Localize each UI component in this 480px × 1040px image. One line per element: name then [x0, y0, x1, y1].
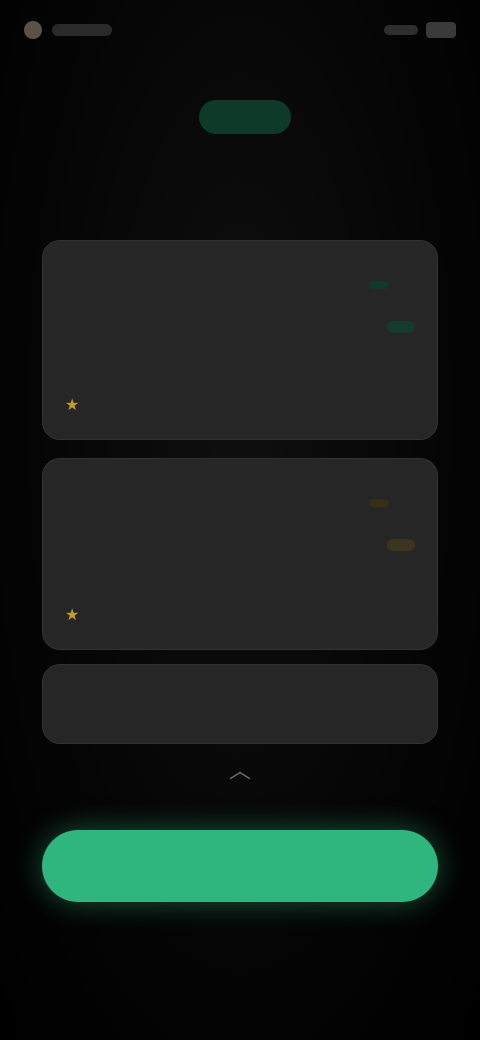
- star-icon: ★: [65, 397, 80, 414]
- status-indicator-icon: [24, 21, 42, 39]
- restore-purchases-link[interactable]: [0, 928, 480, 946]
- plan-card-monthly[interactable]: ★: [42, 458, 438, 650]
- legal-links[interactable]: [40, 968, 440, 986]
- plan-price: [387, 321, 415, 333]
- plan-badge: [369, 499, 389, 507]
- title-highlight-badge: [199, 100, 291, 134]
- plan-card-weekly[interactable]: [42, 664, 438, 744]
- battery-icon: [426, 22, 456, 38]
- status-time: [52, 24, 112, 36]
- plan-card-annual[interactable]: ★: [42, 240, 438, 440]
- continue-button[interactable]: [42, 830, 438, 902]
- chevron-up-icon: ︿: [228, 758, 251, 783]
- star-icon: ★: [65, 607, 80, 624]
- page-title: [0, 100, 480, 134]
- status-bar: [24, 12, 456, 48]
- status-right: [384, 22, 456, 38]
- subtitle: [30, 150, 450, 194]
- plan-price: [387, 539, 415, 551]
- paywall-screen: ★ ★ ︿: [0, 0, 480, 1040]
- plan-badge: [369, 281, 389, 289]
- plan-feature: ★: [65, 605, 89, 625]
- more-plans-toggle[interactable]: ︿: [0, 760, 480, 806]
- plan-feature: ★: [65, 395, 89, 415]
- signal-icon: [384, 25, 418, 35]
- status-left: [24, 21, 112, 39]
